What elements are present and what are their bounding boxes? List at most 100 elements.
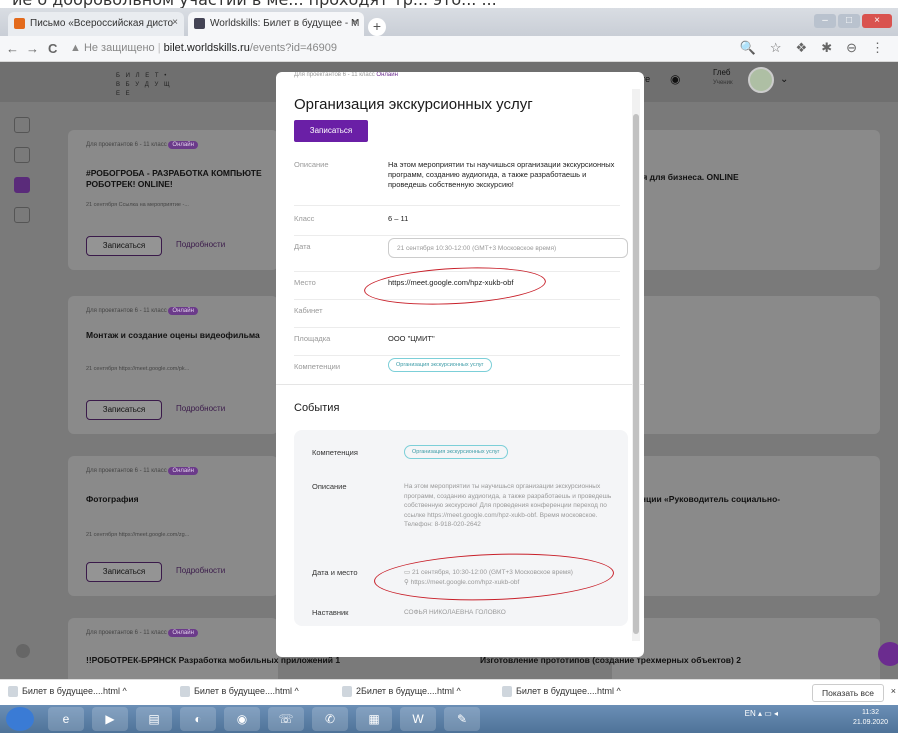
- card-title[interactable]: #РОБОГРОБА - РАЗРАБОТКА КОМПЬЮТЕ РОБОТРЕ…: [86, 168, 286, 190]
- event-card: Для проектантов 6 - 11 класс Онлайн Монт…: [68, 296, 278, 434]
- calendar-icon[interactable]: [14, 177, 30, 193]
- word-icon[interactable]: W: [400, 707, 436, 731]
- paint-icon[interactable]: ✎: [444, 707, 480, 731]
- app-icon[interactable]: ◐: [180, 707, 216, 731]
- card-title[interactable]: Фотография: [86, 494, 286, 505]
- minimize-button[interactable]: –: [814, 14, 836, 28]
- tab-mail[interactable]: Письмо «Всероссийская дисто ×: [8, 12, 184, 36]
- divider: [276, 384, 644, 385]
- chat-icon[interactable]: [878, 642, 898, 666]
- avatar[interactable]: [748, 67, 774, 93]
- card-meta: 21 сентября https://meet.google.com/pk..…: [86, 366, 190, 372]
- reload-icon[interactable]: C: [48, 41, 57, 56]
- downloads-bar: Билет в будущее....html ^ Билет в будуще…: [0, 679, 898, 705]
- download-item[interactable]: Билет в будущее....html ^: [8, 686, 127, 698]
- competency-tag[interactable]: Организация экскурсионных услуг: [388, 358, 492, 372]
- signup-button[interactable]: Записаться: [294, 120, 368, 142]
- left-sidebar: [14, 117, 36, 237]
- modal-scrollbar-thumb[interactable]: [633, 114, 639, 634]
- forward-icon[interactable]: →: [26, 41, 39, 56]
- modal-title: Организация экскурсионных услуг: [294, 96, 533, 113]
- start-button[interactable]: [6, 707, 34, 731]
- extension-icon[interactable]: ❖: [796, 40, 808, 56]
- system-tray[interactable]: EN ▴ ▭ ◂: [745, 709, 778, 718]
- close-icon[interactable]: ×: [891, 686, 896, 696]
- online-badge: Онлайн: [168, 307, 198, 315]
- details-link[interactable]: Подробности: [176, 404, 225, 413]
- web-page: Б И Л Е Т • В Б У Д У Щ Е Е екте ◉ Глеб …: [0, 62, 898, 679]
- chevron-up-icon[interactable]: ^: [123, 686, 127, 696]
- event-card: Для проектантов 6 - 11 класс Онлайн Фото…: [68, 456, 278, 596]
- site-logo[interactable]: Б И Л Е Т • В Б У Д У Щ Е Е: [116, 72, 176, 99]
- signup-button[interactable]: Записаться: [86, 562, 162, 582]
- worldskills-favicon-icon: [194, 18, 205, 29]
- url-host: bilet.worldskills.ru: [163, 42, 250, 54]
- bookmark-star-icon[interactable]: ☆: [770, 40, 782, 56]
- not-secure-label[interactable]: ▲ Не защищено: [70, 42, 155, 54]
- platform-row: Площадка ООО "ЦМИТ": [294, 334, 620, 356]
- event-card: ния для бизнеса. ONLINE: [612, 130, 880, 270]
- details-link[interactable]: Подробности: [176, 240, 225, 249]
- file-icon: [502, 686, 512, 698]
- new-tab-button[interactable]: +: [368, 18, 386, 36]
- event-card: тенции «Руководитель социально-: [612, 456, 880, 596]
- description-text: На этом мероприятии ты научишься организ…: [388, 160, 615, 189]
- card-meta: 21 сентября https://meet.google.com/zg..…: [86, 532, 190, 538]
- clock[interactable]: 11:32 21.09.2020: [853, 708, 888, 728]
- ie-icon[interactable]: e: [48, 707, 84, 731]
- card-title[interactable]: ния для бизнеса. ONLINE: [632, 172, 739, 182]
- signup-button[interactable]: Записаться: [86, 400, 162, 420]
- event-card: [612, 618, 880, 679]
- profile-icon[interactable]: ⊖: [846, 40, 857, 56]
- chevron-up-icon[interactable]: ^: [457, 686, 461, 696]
- event-description: На этом мероприятии ты научишься организ…: [404, 483, 612, 528]
- maximize-button[interactable]: □: [838, 14, 860, 28]
- online-badge: Онлайн: [168, 467, 198, 475]
- chevron-down-icon[interactable]: ⌄: [780, 74, 788, 85]
- tab-worldskills[interactable]: Worldskills: Билет в будущее - М ×: [188, 12, 364, 36]
- home-icon[interactable]: [14, 117, 30, 133]
- close-window-button[interactable]: ×: [862, 14, 892, 28]
- settings-icon[interactable]: [16, 644, 30, 658]
- explorer-icon[interactable]: ▦: [356, 707, 392, 731]
- show-all-button[interactable]: Показать все: [812, 684, 884, 702]
- cabinet-row: Кабинет: [294, 306, 620, 328]
- url-field[interactable]: ▲ Не защищено | bilet.worldskills.ru/eve…: [70, 42, 337, 54]
- event-details-modal: Для проектантов 6 - 11 класс Онлайн Орга…: [276, 72, 644, 657]
- taskbar: e ▶ ▤ ◐ ◉ ☏ ✆ ▦ W ✎ EN ▴ ▭ ◂ 11:32 21.09.…: [0, 705, 898, 733]
- background-text-strip: ие о добровольном участии в ме... проход…: [0, 0, 898, 8]
- search-icon[interactable]: 🔍: [740, 40, 756, 56]
- tab-close-icon[interactable]: ×: [352, 17, 358, 28]
- user-info[interactable]: Глеб Ученик: [713, 68, 733, 88]
- download-item[interactable]: Билет в будущее....html ^: [502, 686, 621, 698]
- window-controls: – □ ×: [814, 14, 892, 28]
- browser-tab-bar: Письмо «Всероссийская дисто × Worldskill…: [0, 8, 898, 36]
- card-title[interactable]: Монтаж и создание оцены видеофильма: [86, 330, 286, 341]
- event-card: [612, 296, 880, 434]
- date-field[interactable]: 21 сентября 10:30-12:00 (GMT+3 Московско…: [388, 238, 628, 258]
- whatsapp-icon[interactable]: ✆: [312, 707, 348, 731]
- chevron-up-icon[interactable]: ^: [617, 686, 621, 696]
- document-icon[interactable]: [14, 207, 30, 223]
- folder-icon[interactable]: ▤: [136, 707, 172, 731]
- class-row: Класс 6 – 11: [294, 214, 620, 236]
- media-icon[interactable]: ▶: [92, 707, 128, 731]
- viber-icon[interactable]: ☏: [268, 707, 304, 731]
- card-title[interactable]: тенции «Руководитель социально-: [632, 494, 780, 504]
- download-item[interactable]: Билет в будущее....html ^: [180, 686, 299, 698]
- back-icon[interactable]: ←: [6, 41, 19, 56]
- details-link[interactable]: Подробности: [176, 566, 225, 575]
- menu-dots-icon[interactable]: ⋮: [871, 40, 884, 56]
- description-row: Описание На этом мероприятии ты научишьс…: [294, 160, 620, 206]
- eye-icon[interactable]: ◉: [670, 72, 680, 86]
- extensions-puzzle-icon[interactable]: ✱: [821, 40, 832, 56]
- chevron-up-icon[interactable]: ^: [295, 686, 299, 696]
- tab-close-icon[interactable]: ×: [172, 17, 178, 28]
- card-meta: 21 сентября Ссылка на мероприятие -...: [86, 202, 189, 208]
- list-icon[interactable]: [14, 147, 30, 163]
- signup-button[interactable]: Записаться: [86, 236, 162, 256]
- url-path: /events?id=46909: [249, 42, 338, 54]
- chrome-icon[interactable]: ◉: [224, 707, 260, 731]
- competency-tag[interactable]: Организация экскурсионных услуг: [404, 445, 508, 459]
- download-item[interactable]: 2Билет в будуще....html ^: [342, 686, 461, 698]
